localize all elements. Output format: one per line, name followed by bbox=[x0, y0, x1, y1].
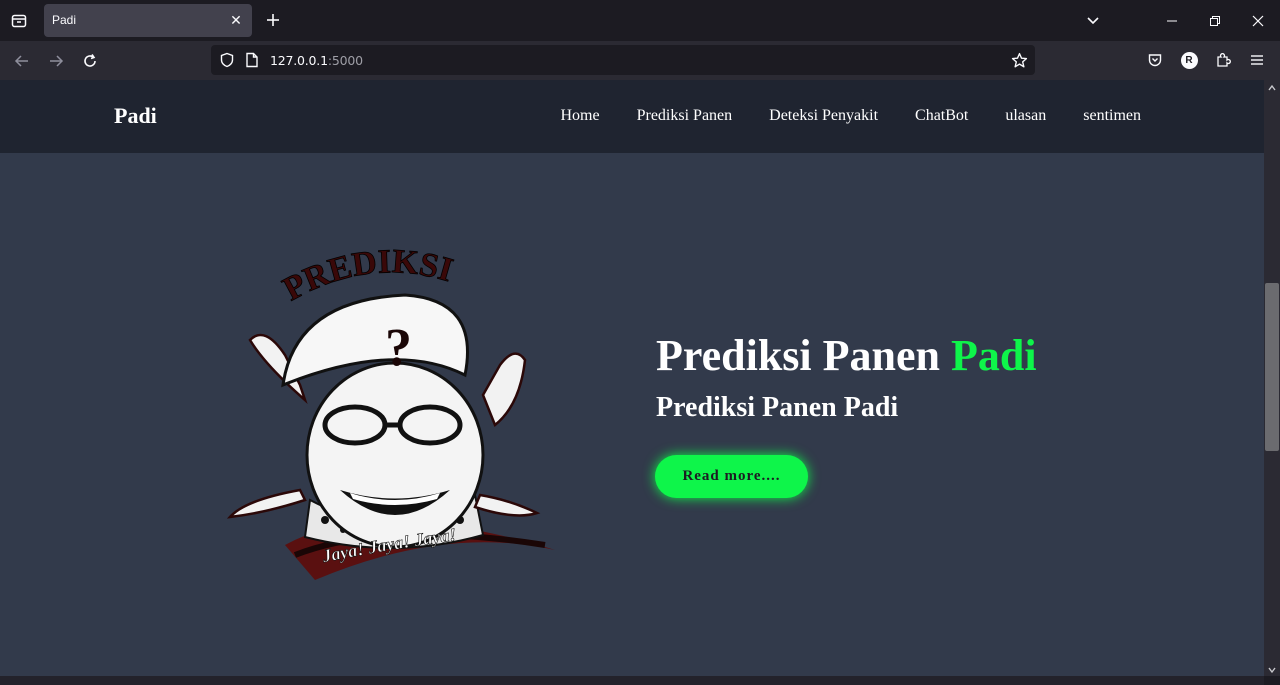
nav-link-deteksi-penyakit[interactable]: Deteksi Penyakit bbox=[769, 107, 878, 125]
puzzle-icon bbox=[1217, 53, 1231, 67]
tab-strip: Padi ✕ bbox=[0, 0, 1280, 41]
page-viewport: Padi Home Prediksi Panen Deteksi Penyaki… bbox=[0, 80, 1264, 676]
account-button[interactable]: R bbox=[1178, 49, 1200, 71]
avatar: R bbox=[1180, 51, 1198, 69]
site-header: Padi Home Prediksi Panen Deteksi Penyaki… bbox=[0, 80, 1264, 153]
main-nav: Home Prediksi Panen Deteksi Penyakit Cha… bbox=[560, 107, 1141, 125]
scrollbar-thumb[interactable] bbox=[1265, 283, 1279, 451]
chevron-down-icon bbox=[1087, 16, 1099, 24]
new-tab-button[interactable] bbox=[261, 8, 285, 32]
scroll-down-icon[interactable] bbox=[1268, 666, 1276, 674]
tab-list-icon bbox=[11, 14, 27, 27]
hero-title-main: Prediksi Panen bbox=[656, 331, 941, 380]
plus-icon bbox=[267, 14, 279, 26]
minimize-button[interactable] bbox=[1151, 0, 1193, 41]
shield-icon[interactable] bbox=[219, 52, 235, 68]
restore-icon bbox=[1210, 15, 1220, 26]
url-text[interactable]: 127.0.0.1:5000 bbox=[270, 53, 363, 68]
hero-title-accent: Padi bbox=[951, 331, 1037, 380]
hero-caricature-image: ? PREDIKSI Jaya! Jaya! Jaya! bbox=[226, 245, 555, 580]
bottom-edge bbox=[0, 676, 1264, 685]
hero-title: Prediksi Panen Padi bbox=[656, 330, 1037, 381]
list-all-tabs-button[interactable] bbox=[1072, 0, 1114, 41]
page-icon[interactable] bbox=[245, 52, 259, 68]
reload-button[interactable] bbox=[77, 48, 103, 74]
pocket-icon bbox=[1148, 54, 1162, 67]
back-button[interactable] bbox=[9, 48, 35, 74]
scroll-up-icon[interactable] bbox=[1268, 84, 1276, 92]
tab-title: Padi bbox=[52, 13, 77, 27]
site-logo[interactable]: Padi bbox=[114, 103, 157, 129]
nav-link-sentimen[interactable]: sentimen bbox=[1083, 107, 1141, 125]
svg-text:?: ? bbox=[385, 317, 412, 377]
bookmark-star-icon[interactable] bbox=[1011, 52, 1028, 69]
nav-link-home[interactable]: Home bbox=[560, 107, 599, 125]
nav-link-prediksi-panen[interactable]: Prediksi Panen bbox=[637, 107, 733, 125]
pocket-button[interactable] bbox=[1144, 49, 1166, 71]
firefox-view-button[interactable] bbox=[0, 0, 38, 41]
close-tab-icon[interactable]: ✕ bbox=[226, 10, 246, 30]
back-arrow-icon bbox=[14, 55, 28, 67]
url-bar[interactable]: 127.0.0.1:5000 bbox=[211, 45, 1035, 75]
url-host: 127.0.0.1 bbox=[270, 53, 328, 68]
read-more-button[interactable]: Read more.... bbox=[655, 455, 808, 498]
reload-icon bbox=[84, 54, 96, 67]
restore-button[interactable] bbox=[1194, 0, 1236, 41]
url-port: :5000 bbox=[327, 53, 363, 68]
browser-tab[interactable]: Padi ✕ bbox=[44, 4, 252, 37]
nav-link-ulasan[interactable]: ulasan bbox=[1005, 107, 1046, 125]
extensions-button[interactable] bbox=[1212, 49, 1234, 71]
forward-arrow-icon bbox=[50, 55, 64, 67]
app-menu-button[interactable] bbox=[1246, 49, 1268, 71]
forward-button[interactable] bbox=[43, 48, 69, 74]
hamburger-menu-icon bbox=[1251, 55, 1263, 65]
hero-subtitle: Prediksi Panen Padi bbox=[656, 392, 899, 423]
close-icon bbox=[1252, 15, 1264, 26]
minimize-icon bbox=[1167, 20, 1177, 21]
nav-link-chatbot[interactable]: ChatBot bbox=[915, 107, 968, 125]
close-window-button[interactable] bbox=[1237, 0, 1279, 41]
